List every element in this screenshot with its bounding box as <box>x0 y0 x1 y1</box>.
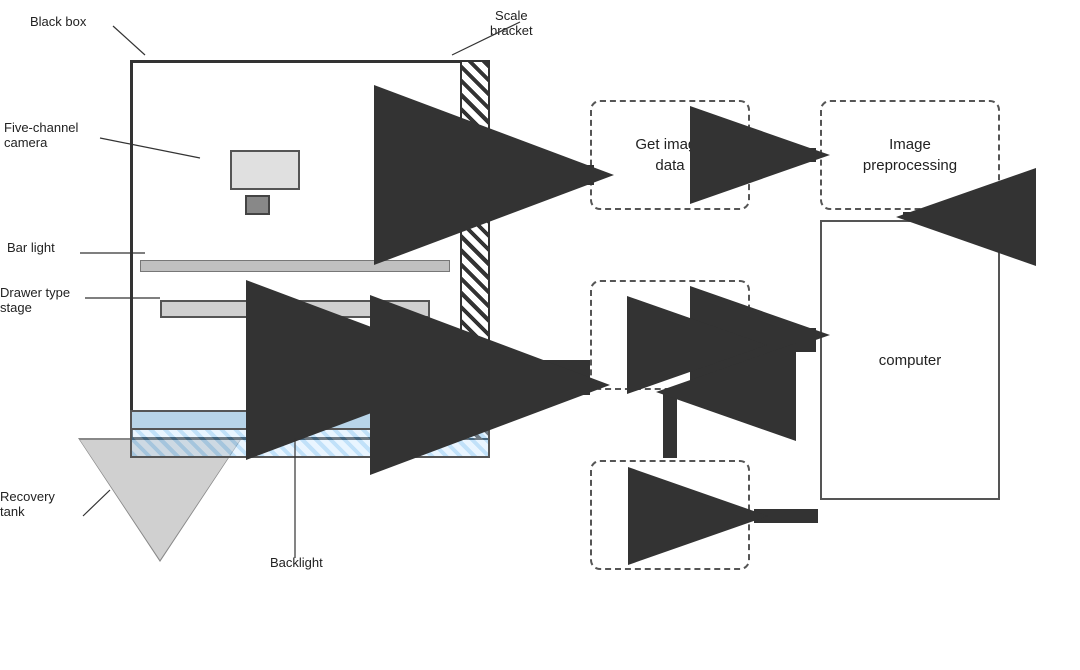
bar-light-label: Bar light <box>7 240 55 255</box>
scale-bracket-label: Scalebracket <box>490 8 533 38</box>
flow-area: Get imagedata Imagepreprocessing Control… <box>560 20 1060 640</box>
get-image-data-label: Get imagedata <box>635 134 704 176</box>
drawer-stage-label: Drawer typestage <box>0 285 70 315</box>
parameter-setting-label: Parametersetting <box>635 494 705 536</box>
recovery-tank-label: Recoverytank <box>0 489 55 519</box>
equipment-area <box>30 20 530 640</box>
get-image-data-box: Get imagedata <box>590 100 750 210</box>
bottom-frame <box>130 410 490 430</box>
black-box-label: Black box <box>30 14 86 29</box>
five-channel-camera <box>230 150 300 190</box>
five-channel-camera-label: Five-channelcamera <box>4 120 78 150</box>
backlight <box>130 428 490 458</box>
image-preprocessing-box: Imagepreprocessing <box>820 100 1000 210</box>
control-module-label: Controlmodule <box>645 314 694 356</box>
bar-light <box>140 260 450 272</box>
computer-label: computer <box>879 352 942 369</box>
scale-bracket <box>460 60 490 440</box>
control-module-box: Controlmodule <box>590 280 750 390</box>
image-preprocessing-label: Imagepreprocessing <box>863 134 957 176</box>
diagram-container: Black box Scalebracket Five-channelcamer… <box>0 0 1080 670</box>
black-box <box>130 60 490 440</box>
parameter-setting-box: Parametersetting <box>590 460 750 570</box>
backlight-label: Backlight <box>270 555 323 570</box>
recovery-tank <box>80 440 240 560</box>
drawer-stage <box>160 300 430 318</box>
camera-lens <box>245 195 270 215</box>
computer-box: computer <box>820 220 1000 500</box>
